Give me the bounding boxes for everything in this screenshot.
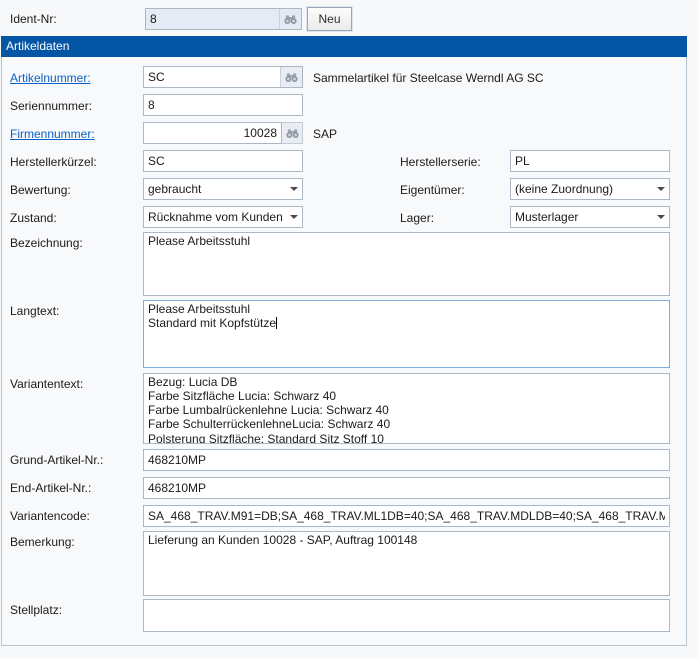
variantentext-textarea[interactable]: Bezug: Lucia DB Farbe Sitzfläche Lucia: … bbox=[143, 373, 670, 444]
chevron-down-icon bbox=[657, 215, 665, 219]
herstellerkuerzel-label: Herstellerkürzel: bbox=[10, 155, 97, 169]
variantentext-label: Variantentext: bbox=[10, 377, 83, 391]
bewertung-label: Bewertung: bbox=[10, 183, 71, 197]
stellplatz-label: Stellplatz: bbox=[10, 603, 62, 617]
langtext-textarea[interactable]: Please Arbeitsstuhl Standard mit Kopfstü… bbox=[143, 300, 670, 368]
artikelnummer-link[interactable]: Artikelnummer: bbox=[10, 71, 91, 85]
ident-nr-label: Ident-Nr: bbox=[10, 12, 57, 26]
binoculars-icon bbox=[283, 14, 298, 25]
artikelnummer-search-button[interactable] bbox=[280, 67, 302, 87]
eigentuemer-label: Eigentümer: bbox=[400, 183, 465, 197]
bemerkung-textarea[interactable]: Lieferung an Kunden 10028 - SAP, Auftrag… bbox=[143, 531, 670, 596]
bemerkung-label: Bemerkung: bbox=[10, 535, 75, 549]
seriennummer-input[interactable] bbox=[143, 94, 303, 116]
chevron-down-icon bbox=[290, 215, 298, 219]
article-data-window: Ident-Nr: Neu Artikeldaten Artikelnummer… bbox=[0, 0, 698, 658]
neu-button[interactable]: Neu bbox=[307, 7, 352, 31]
chevron-down-icon bbox=[290, 187, 298, 191]
grund-artikel-nr-input[interactable] bbox=[143, 449, 670, 471]
ident-nr-field[interactable] bbox=[145, 8, 302, 30]
lager-label: Lager: bbox=[400, 211, 434, 225]
stellplatz-textarea[interactable] bbox=[143, 599, 670, 632]
grund-artikel-nr-label: Grund-Artikel-Nr.: bbox=[10, 453, 103, 467]
firmennummer-link[interactable]: Firmennummer: bbox=[10, 127, 95, 141]
binoculars-icon bbox=[285, 128, 300, 139]
lager-dropdown[interactable]: Musterlager bbox=[510, 206, 670, 228]
firmennummer-search-button[interactable] bbox=[282, 122, 303, 144]
artikeldaten-header: Artikeldaten bbox=[1, 36, 687, 57]
herstellerserie-input[interactable] bbox=[510, 150, 670, 172]
eigentuemer-dropdown[interactable]: (keine Zuordnung) bbox=[510, 178, 670, 200]
firmennummer-input[interactable] bbox=[143, 122, 282, 144]
zustand-label: Zustand: bbox=[10, 211, 57, 225]
langtext-label: Langtext: bbox=[10, 304, 59, 318]
bewertung-selected-value: gebraucht bbox=[148, 182, 201, 196]
end-artikel-nr-label: End-Artikel-Nr.: bbox=[10, 481, 91, 495]
ident-nr-search-button[interactable] bbox=[279, 9, 301, 29]
bewertung-dropdown[interactable]: gebraucht bbox=[143, 178, 303, 200]
zustand-dropdown[interactable]: Rücknahme vom Kunden bbox=[143, 206, 303, 228]
end-artikel-nr-input[interactable] bbox=[143, 477, 670, 499]
langtext-text: Please Arbeitsstuhl Standard mit Kopfstü… bbox=[148, 302, 276, 330]
eigentuemer-selected-value: (keine Zuordnung) bbox=[515, 182, 613, 196]
artikelnummer-field[interactable] bbox=[143, 66, 303, 88]
lager-selected-value: Musterlager bbox=[515, 210, 578, 224]
zustand-selected-value: Rücknahme vom Kunden bbox=[148, 210, 283, 224]
artikelnummer-note: Sammelartikel für Steelcase Werndl AG SC bbox=[313, 71, 544, 85]
bezeichnung-label: Bezeichnung: bbox=[10, 236, 83, 250]
variantencode-label: Variantencode: bbox=[10, 509, 90, 523]
herstellerserie-label: Herstellerserie: bbox=[400, 155, 481, 169]
binoculars-icon bbox=[284, 72, 299, 83]
text-cursor bbox=[276, 317, 277, 329]
chevron-down-icon bbox=[657, 187, 665, 191]
bezeichnung-textarea[interactable]: Please Arbeitsstuhl bbox=[143, 232, 670, 296]
ident-nr-input[interactable] bbox=[146, 9, 279, 29]
seriennummer-label: Seriennummer: bbox=[10, 99, 92, 113]
herstellerkuerzel-input[interactable] bbox=[143, 150, 303, 172]
variantencode-input[interactable] bbox=[143, 505, 670, 527]
artikelnummer-input[interactable] bbox=[144, 67, 280, 87]
firmennummer-note: SAP bbox=[313, 127, 337, 141]
